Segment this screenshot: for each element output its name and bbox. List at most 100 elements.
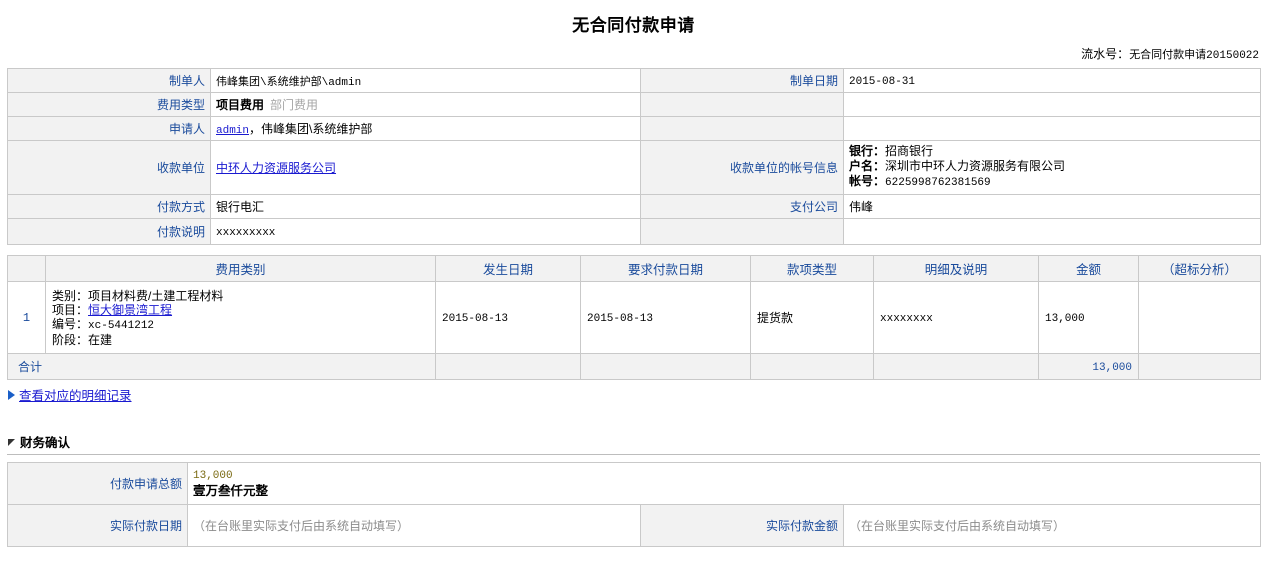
payment-request-page: 无合同付款申请 流水号：无合同付款申请20150022 制单人 伟峰集团\系统维… [0,0,1267,566]
prepare-date-label: 制单日期 [640,68,844,93]
code-value: xc-5441212 [88,319,155,332]
amount-text: 13,000 [1045,313,1085,325]
bank-key: 银行： [849,144,886,158]
account-name-value: 深圳市中环人力资源服务有限公司 [885,159,1066,173]
row-required-date: 2015-08-13 [580,281,751,354]
view-detail-records-link[interactable]: 查看对应的明细记录 [19,385,132,404]
applicant-link[interactable]: admin [216,125,249,137]
account-number-key: 帐号： [849,174,886,188]
occur-date-text: 2015-08-13 [442,313,509,325]
preparer-value: 伟峰集团\系统维护部\admin [210,68,641,93]
detail-header-row: 费用类别 发生日期 要求付款日期 款项类型 明细及说明 金额 （超标分析） [7,255,1261,282]
actual-amount-placeholder: （在台账里实际支付后由系统自动填写） [849,519,1066,533]
account-number-value: 6225998762381569 [885,177,991,189]
pay-method-value: 银行电汇 [210,194,641,219]
pay-company-label: 支付公司 [640,194,844,219]
summary-amount: 13,000 [1038,353,1139,380]
expense-detail-table: 费用类别 发生日期 要求付款日期 款项类型 明细及说明 金额 （超标分析） 1 … [7,255,1261,380]
empty-label-cell-1 [640,92,844,117]
account-name-key: 户名： [849,159,886,173]
detail-header-index [7,255,46,282]
pay-company-value: 伟峰 [843,194,1261,219]
summary-row: 合计 13,000 [7,353,1261,380]
row-description: xxxxxxxx [873,281,1039,354]
detail-header-amount: 金额 [1038,255,1139,282]
serial-label: 流水号： [1081,47,1130,61]
expense-type-label: 费用类型 [7,92,211,117]
pay-note-text: xxxxxxxxx [216,227,276,239]
required-date-text: 2015-08-13 [587,313,654,325]
row-payment-type: 提货款 [750,281,874,354]
finance-section-title: 财务确认 [20,436,71,450]
pay-method-label: 付款方式 [7,194,211,219]
form-row-preparer: 制单人 伟峰集团\系统维护部\admin 制单日期 2015-08-31 [7,68,1261,93]
project-link[interactable]: 恒大御景湾工程 [88,303,172,317]
section-divider [7,454,1260,455]
row-overrun [1138,281,1261,354]
stage-value: 在建 [88,332,113,347]
applicant-value: admin，伟峰集团\系统维护部 [210,116,641,141]
project-key: 项目： [52,302,89,317]
empty-value-cell-1 [843,92,1261,117]
actual-date-value: （在台账里实际支付后由系统自动填写） [187,504,641,547]
total-amount-number: 13,000 [193,469,233,482]
category-line: 类别：项目材料费/土建工程材料 [52,289,429,303]
preparer-label: 制单人 [7,68,211,93]
serial-value: 无合同付款申请20150022 [1129,50,1259,62]
finance-section-header[interactable]: 财务确认 [8,432,1267,451]
table-row: 1 类别：项目材料费/土建工程材料 项目：恒大御景湾工程 编号：xc-54412… [7,281,1261,354]
summary-blank-1 [435,353,581,380]
applicant-label: 申请人 [7,116,211,141]
detail-header-category: 费用类别 [45,255,436,282]
bank-line: 银行：招商银行 [849,144,1255,159]
payee-value: 中环人力资源服务公司 [210,140,641,195]
category-key: 类别： [52,288,89,303]
expense-type-value: 项目费用 部门费用 [210,92,641,117]
row-occur-date: 2015-08-13 [435,281,581,354]
summary-blank-5 [1138,353,1261,380]
detail-header-description: 明细及说明 [873,255,1039,282]
empty-value-cell-2 [843,116,1261,141]
form-row-pay-note: 付款说明 xxxxxxxxx [7,218,1261,245]
form-row-payee: 收款单位 中环人力资源服务公司 收款单位的帐号信息 银行：招商银行 户名：深圳市… [7,140,1261,195]
summary-blank-4 [873,353,1039,380]
form-row-pay-method: 付款方式 银行电汇 支付公司 伟峰 [7,194,1261,219]
stage-line: 阶段：在建 [52,333,429,347]
main-form-table: 制单人 伟峰集团\系统维护部\admin 制单日期 2015-08-31 费用类… [7,68,1261,245]
form-row-applicant: 申请人 admin，伟峰集团\系统维护部 [7,116,1261,141]
preparer-text: 伟峰集团\系统维护部\admin [216,76,362,89]
expense-type-option-selected[interactable]: 项目费用 [216,98,264,112]
code-line: 编号：xc-5441212 [52,317,429,333]
actual-date-label: 实际付款日期 [7,504,188,547]
finance-row-total: 付款申请总额 13,000 壹万叁仟元整 [7,462,1261,505]
account-name-line: 户名：深圳市中环人力资源服务有限公司 [849,159,1255,174]
view-detail-records-row[interactable]: 查看对应的明细记录 [8,385,1267,404]
description-text: xxxxxxxx [880,313,933,325]
total-amount-chinese: 壹万叁仟元整 [193,483,269,498]
account-number-line: 帐号：6225998762381569 [849,174,1255,191]
summary-blank-2 [580,353,751,380]
detail-header-occur-date: 发生日期 [435,255,581,282]
payee-link[interactable]: 中环人力资源服务公司 [216,161,336,175]
summary-amount-text: 13,000 [1092,362,1132,374]
row-index: 1 [7,281,46,354]
project-line: 项目：恒大御景湾工程 [52,303,429,317]
triangle-right-icon [8,389,15,400]
summary-label: 合计 [7,353,436,380]
finance-row-actual: 实际付款日期 （在台账里实际支付后由系统自动填写） 实际付款金额 （在台账里实际… [7,504,1261,547]
expense-type-option-unselected[interactable]: 部门费用 [270,98,318,112]
actual-date-placeholder: （在台账里实际支付后由系统自动填写） [193,519,410,533]
empty-label-cell-3 [640,218,844,245]
triangle-down-icon[interactable] [8,439,15,446]
actual-amount-label: 实际付款金额 [640,504,844,547]
empty-value-cell-3 [843,218,1261,245]
detail-header-required-date: 要求付款日期 [580,255,751,282]
pay-note-value: xxxxxxxxx [210,218,641,245]
prepare-date-value: 2015-08-31 [843,68,1261,93]
category-value: 项目材料费/土建工程材料 [88,288,224,303]
finance-confirm-table: 付款申请总额 13,000 壹万叁仟元整 实际付款日期 （在台账里实际支付后由系… [7,462,1261,547]
row-amount: 13,000 [1038,281,1139,354]
code-key: 编号： [52,316,89,331]
total-amount-value: 13,000 壹万叁仟元整 [187,462,1261,505]
detail-header-overrun: （超标分析） [1138,255,1261,282]
